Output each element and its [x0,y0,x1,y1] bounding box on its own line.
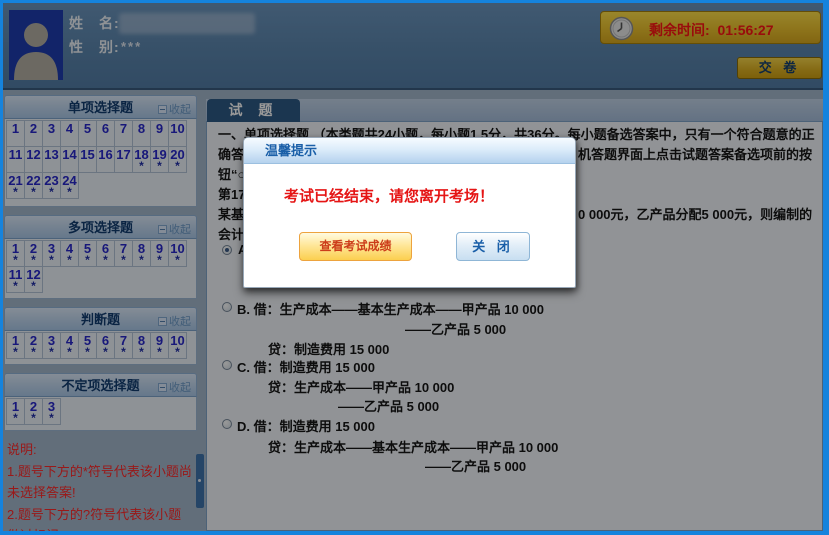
notice-dialog: 温馨提示 考试已经结束，请您离开考场！ 查看考试成绩 关 闭 [243,137,576,288]
view-score-button[interactable]: 查看考试成绩 [299,232,412,261]
dialog-message: 考试已经结束，请您离开考场！ [284,185,494,206]
exam-page: 姓 名: 性 别: *** 剩余时间: 01:56:27 交 卷 单项选择题 收… [3,3,823,531]
close-dialog-button[interactable]: 关 闭 [456,232,530,261]
dialog-title: 温馨提示 [244,138,575,164]
exam-window: 姓 名: 性 别: *** 剩余时间: 01:56:27 交 卷 单项选择题 收… [0,0,829,535]
